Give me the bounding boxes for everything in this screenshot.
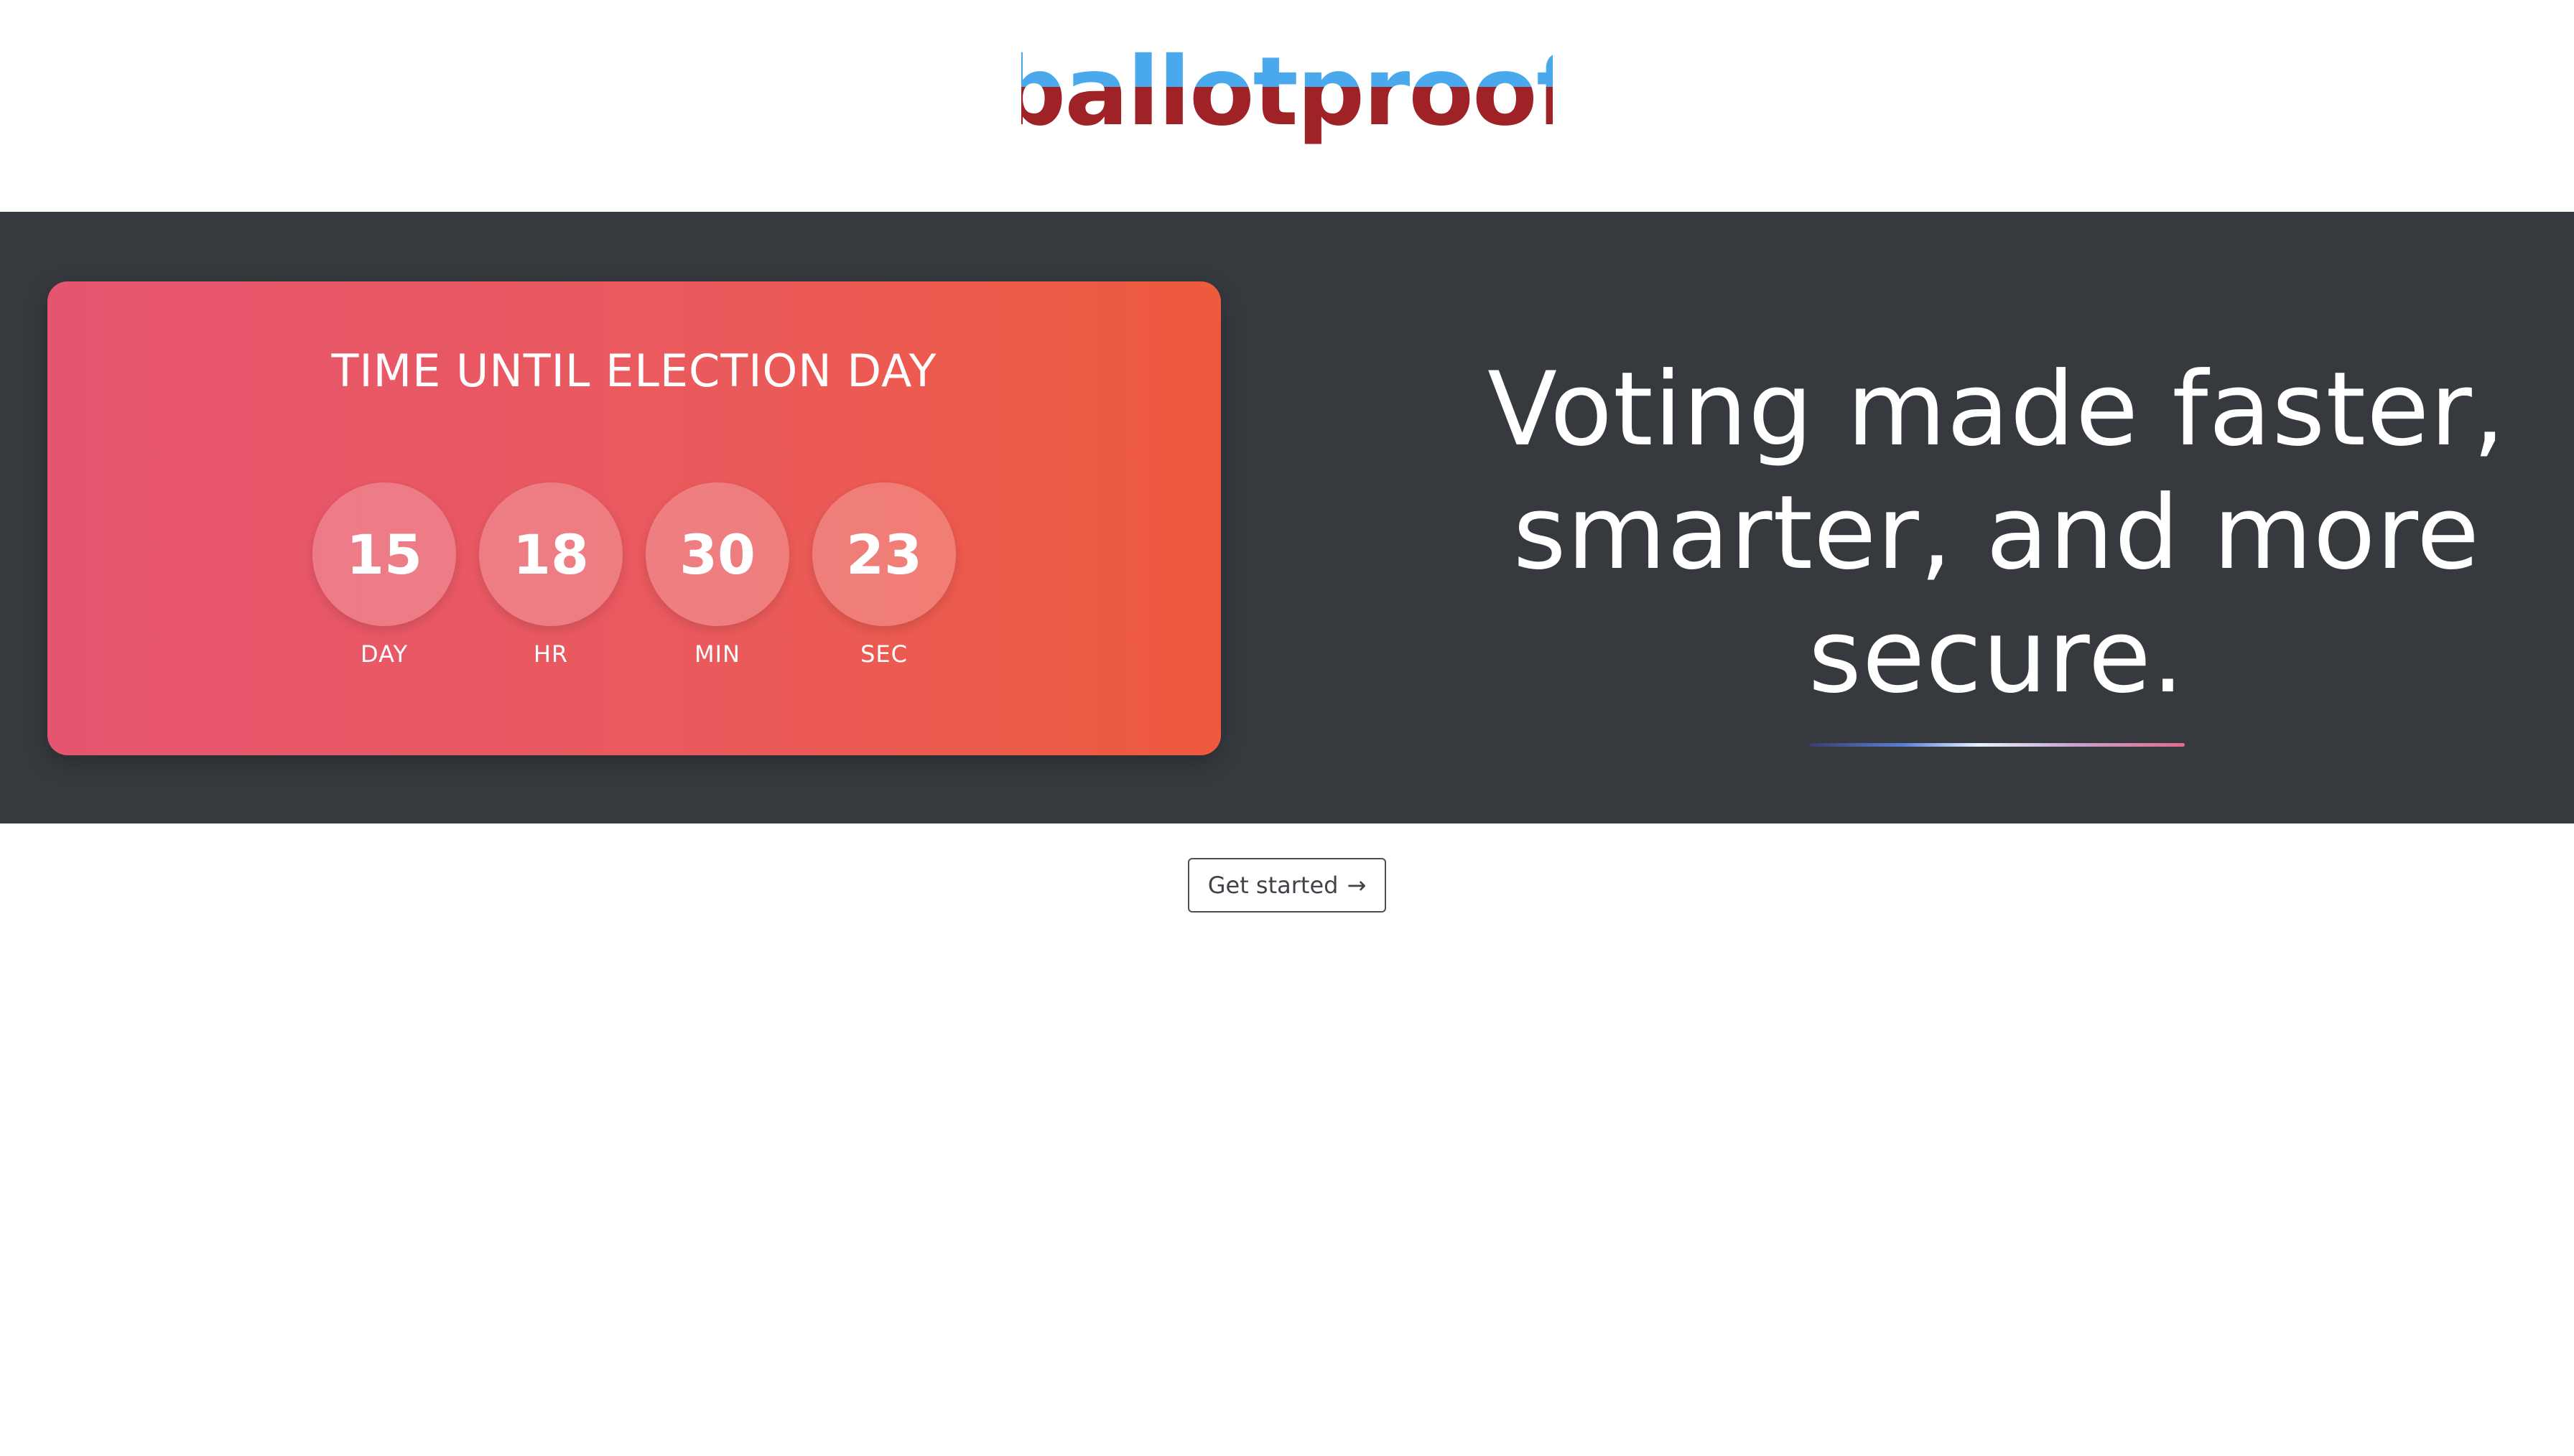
timer-label-minute: MIN bbox=[694, 640, 740, 668]
get-started-label: Get started bbox=[1207, 872, 1339, 899]
ballotproof-logo: ballotproof ballotproof bbox=[1021, 39, 1553, 147]
page: ballotproof ballotproof TIME UNTIL ELECT… bbox=[0, 0, 2574, 1456]
timer-value-minute: 30 bbox=[646, 482, 789, 626]
get-started-button[interactable]: Get started → bbox=[1188, 858, 1386, 913]
timer-value-day: 15 bbox=[312, 482, 456, 626]
arrow-right-icon: → bbox=[1347, 872, 1367, 899]
countdown-timer: 15 DAY 18 HR 30 MIN 23 SEC bbox=[47, 482, 1221, 668]
hero-headline: Voting made faster, smarter, and more se… bbox=[1451, 348, 2542, 719]
timer-unit-minute: 30 MIN bbox=[646, 482, 789, 668]
headline-line-2: smarter, and more bbox=[1513, 474, 2481, 592]
timer-label-second: SEC bbox=[860, 640, 908, 668]
countdown-title: TIME UNTIL ELECTION DAY bbox=[331, 345, 937, 397]
headline-line-3: secure. bbox=[1808, 597, 2185, 716]
countdown-card: TIME UNTIL ELECTION DAY 15 DAY 18 HR 30 … bbox=[47, 281, 1221, 755]
timer-unit-second: 23 SEC bbox=[812, 482, 956, 668]
headline-line-1: Voting made faster, bbox=[1487, 350, 2506, 469]
logo[interactable]: ballotproof ballotproof bbox=[0, 39, 2574, 154]
headline-underline bbox=[1810, 743, 2185, 747]
timer-unit-day: 15 DAY bbox=[312, 482, 456, 668]
timer-label-hour: HR bbox=[533, 640, 569, 668]
timer-value-hour: 18 bbox=[479, 482, 623, 626]
timer-unit-hour: 18 HR bbox=[479, 482, 623, 668]
hero-section: TIME UNTIL ELECTION DAY 15 DAY 18 HR 30 … bbox=[0, 212, 2574, 823]
timer-value-second: 23 bbox=[812, 482, 956, 626]
timer-label-day: DAY bbox=[360, 640, 409, 668]
